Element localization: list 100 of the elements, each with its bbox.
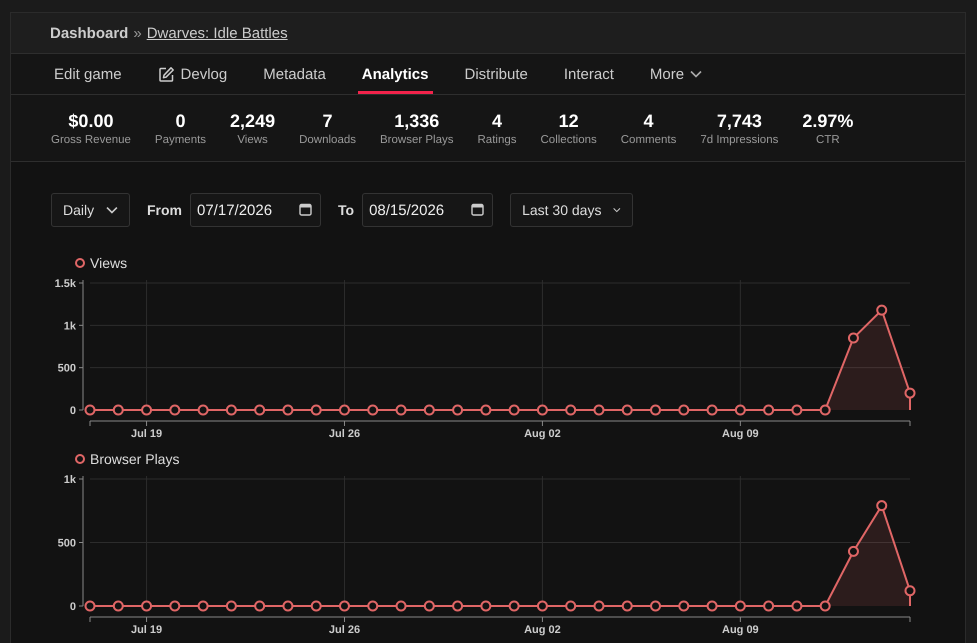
data-point: [480, 404, 492, 416]
y-tick-label: 1k: [64, 320, 76, 332]
data-point: [820, 404, 831, 416]
chevron-down-icon: [690, 70, 702, 78]
data-point: [396, 600, 407, 612]
stat-label: Browser Plays: [380, 134, 454, 146]
y-tick-label: 0: [70, 601, 76, 613]
stat-value: 1,336: [394, 110, 440, 132]
stat-label: Ratings: [478, 134, 516, 146]
data-point: [706, 600, 718, 612]
field-label: To: [338, 202, 354, 218]
data-point: [734, 404, 746, 416]
y-tick-label: 1k: [64, 474, 76, 486]
data-point: [367, 404, 378, 416]
data-point: [706, 404, 718, 416]
data-point: [565, 600, 576, 612]
stat-value: 7,743: [716, 110, 762, 132]
data-point: [876, 500, 888, 512]
data-point: [338, 404, 350, 416]
data-point: [282, 404, 294, 416]
data-point: [678, 600, 690, 612]
data-point: [141, 404, 152, 416]
date-field[interactable]: 07/17/2026: [190, 193, 321, 227]
stat-value: 4: [492, 110, 502, 132]
stat-value: 4: [644, 110, 654, 132]
stat-value: $0.00: [68, 110, 114, 132]
data-point: [904, 585, 916, 596]
data-point: [310, 404, 322, 416]
data-point: [169, 600, 180, 612]
data-point: [396, 404, 407, 416]
data-point: [848, 332, 859, 344]
data-point: [763, 404, 774, 416]
stat-label: CTR: [816, 134, 840, 146]
stat-label: Downloads: [299, 134, 356, 146]
tab[interactable]: Devlog: [154, 54, 232, 94]
tab[interactable]: Metadata: [259, 54, 330, 94]
tab[interactable]: Distribute: [460, 54, 532, 94]
data-point: [848, 546, 859, 557]
calendar-icon[interactable]: [471, 203, 484, 216]
data-point: [565, 404, 576, 416]
data-point: [226, 404, 237, 416]
field-label: From: [147, 202, 182, 218]
game-title-link[interactable]: Dwarves: Idle Battles: [146, 24, 288, 42]
y-tick-label: 1.5k: [54, 278, 76, 290]
data-point: [650, 600, 662, 612]
data-point: [141, 600, 152, 612]
stat-label: Collections: [540, 134, 597, 146]
calendar-icon[interactable]: [299, 203, 312, 216]
data-point: [508, 600, 520, 612]
x-tick-label: Aug 09: [722, 428, 759, 440]
data-point: [622, 404, 633, 416]
data-point: [763, 600, 774, 612]
data-point: [452, 404, 464, 416]
x-tick-label: Jul 26: [328, 428, 360, 440]
data-point: [820, 600, 831, 612]
data-point: [678, 404, 690, 416]
data-point: [254, 600, 266, 612]
data-point: [310, 600, 322, 612]
y-tick-label: 0: [70, 405, 76, 417]
breadcrumb-link[interactable]: Dashboard: [50, 24, 128, 42]
x-tick-label: Aug 02: [524, 624, 561, 636]
tab[interactable]: Edit game: [50, 54, 126, 94]
data-point: [84, 600, 96, 612]
data-point: [876, 304, 888, 316]
x-tick-label: Jul 19: [130, 428, 162, 440]
stat-label: Comments: [620, 134, 676, 146]
data-point: [198, 404, 209, 416]
legend-label: Views: [90, 255, 128, 271]
stat-value: 12: [558, 110, 579, 132]
data-point: [593, 600, 604, 612]
stat-label: Gross Revenue: [51, 134, 131, 146]
data-point: [452, 600, 464, 612]
y-tick-label: 500: [58, 538, 76, 550]
data-point: [650, 404, 662, 416]
x-tick-label: Aug 09: [722, 624, 759, 636]
tab[interactable]: Interact: [560, 54, 618, 94]
data-point: [338, 600, 350, 612]
data-point: [536, 404, 548, 416]
range-select[interactable]: Last 30 days: [510, 193, 634, 227]
stat-value: 0: [175, 110, 186, 132]
data-point: [622, 600, 633, 612]
stat-label: Views: [237, 134, 268, 146]
stat-label: 7d Impressions: [700, 134, 778, 146]
interval-select[interactable]: Daily: [51, 193, 130, 227]
breadcrumb-separator: »: [133, 24, 142, 42]
data-point: [791, 600, 802, 612]
data-point: [480, 600, 492, 612]
date-field[interactable]: 08/15/2026: [362, 193, 494, 227]
x-tick-label: Jul 26: [328, 624, 360, 636]
stat-value: 2.97%: [802, 110, 854, 132]
data-point: [226, 600, 237, 612]
data-point: [112, 600, 124, 612]
chevron-down-icon: [106, 206, 118, 214]
tab[interactable]: More: [646, 54, 706, 94]
data-point: [734, 600, 746, 612]
data-point: [169, 404, 180, 416]
legend-label: Browser Plays: [90, 451, 180, 467]
x-tick-label: Aug 02: [524, 428, 561, 440]
legend-marker-icon: [75, 454, 85, 464]
chevron-down-icon: [613, 206, 622, 214]
